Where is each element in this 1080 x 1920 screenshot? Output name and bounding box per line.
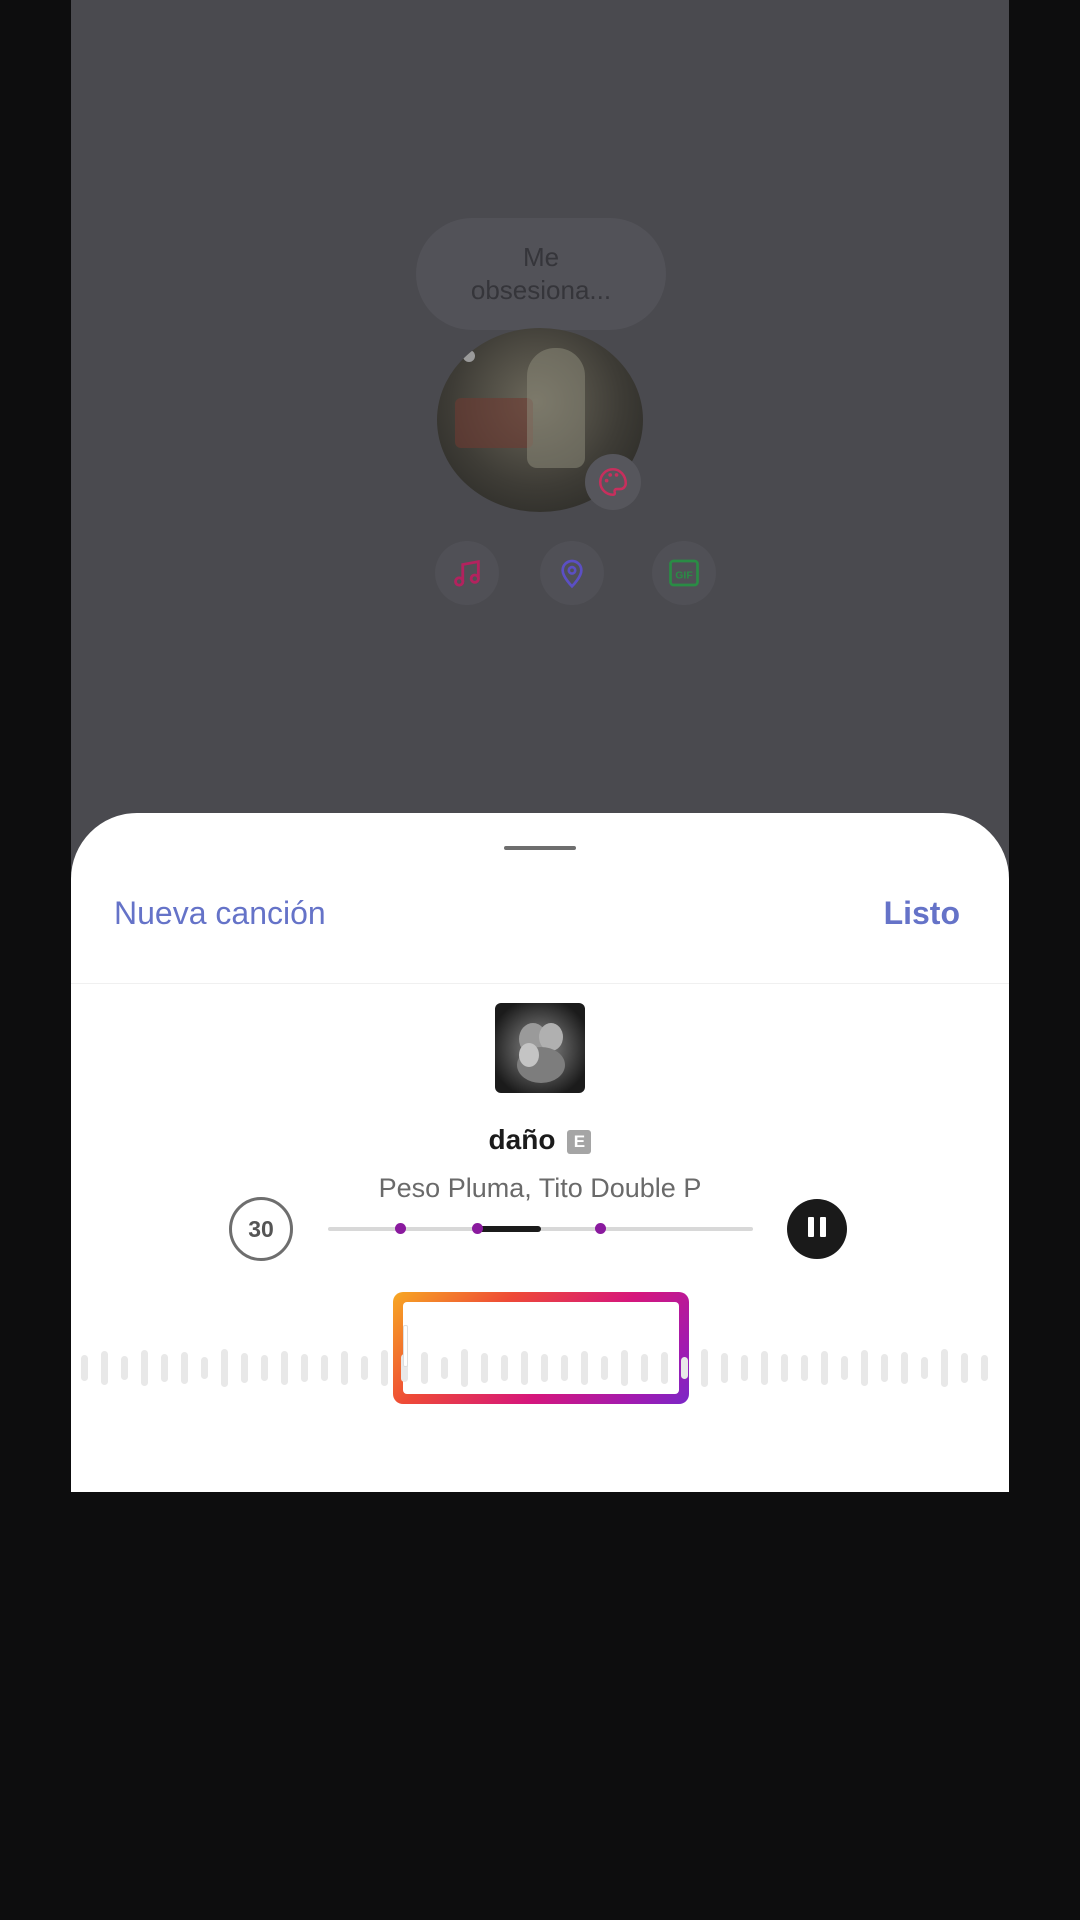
waveform-bar — [821, 1351, 828, 1385]
waveform-bar — [841, 1356, 848, 1380]
header-divider — [71, 983, 1009, 984]
avatar-photo-couch — [455, 398, 533, 448]
album-cover — [495, 1003, 585, 1093]
waveform-bar — [341, 1351, 348, 1385]
song-scrubber[interactable] — [328, 1223, 753, 1234]
pause-icon — [805, 1216, 829, 1242]
waveform-bar — [881, 1354, 888, 1382]
waveform-bar — [541, 1354, 548, 1382]
song-artists: Peso Pluma, Tito Double P — [378, 1173, 702, 1203]
music-note-icon — [454, 559, 480, 587]
svg-text:GIF: GIF — [675, 569, 693, 581]
waveform-bar — [901, 1352, 908, 1384]
album-art-sculpture — [517, 1023, 565, 1083]
waveform-bar — [361, 1356, 368, 1380]
waveform-bar — [421, 1352, 428, 1384]
pause-button[interactable] — [787, 1199, 847, 1259]
song-title-row: daño E — [71, 1124, 1009, 1156]
new-song-button[interactable]: Nueva canción — [114, 895, 326, 932]
waveform-bar — [261, 1355, 268, 1381]
waveform-bar — [861, 1350, 868, 1386]
waveform-bar — [441, 1357, 448, 1379]
waveform-bar — [461, 1349, 468, 1387]
waveform-bar — [981, 1355, 988, 1381]
explicit-badge: E — [567, 1130, 592, 1154]
scrubber-marker[interactable] — [472, 1223, 483, 1234]
waveform-bar — [141, 1350, 148, 1386]
clip-duration-button[interactable]: 30 — [229, 1197, 293, 1261]
waveform-bar — [221, 1349, 228, 1387]
waveform-bar — [961, 1353, 968, 1383]
waveform-bar — [201, 1357, 208, 1379]
waveform-bar — [481, 1353, 488, 1383]
playhead-cursor — [403, 1325, 408, 1367]
waveform-bar — [521, 1351, 528, 1385]
waveform-bar — [81, 1355, 88, 1381]
waveform-bar — [281, 1351, 288, 1385]
avatar-photo-figure — [527, 348, 585, 468]
waveform-bar — [381, 1350, 388, 1386]
waveform-bar — [621, 1350, 628, 1386]
waveform-bar — [121, 1356, 128, 1380]
waveform-bar — [681, 1357, 688, 1379]
waveform-bar — [941, 1349, 948, 1387]
waveform-bar — [741, 1355, 748, 1381]
waveform-bar — [321, 1355, 328, 1381]
music-sticker-button[interactable] — [435, 541, 499, 605]
waveform-bar — [721, 1353, 728, 1383]
waveform-bar — [601, 1356, 608, 1380]
waveform-bar — [561, 1355, 568, 1381]
waveform-bar — [641, 1354, 648, 1382]
status-dot — [463, 350, 475, 362]
song-title: daño — [488, 1124, 556, 1155]
done-button[interactable]: Listo — [884, 895, 960, 932]
palette-button[interactable] — [585, 454, 641, 510]
waveform-bar — [581, 1351, 588, 1385]
location-sticker-button[interactable] — [540, 541, 604, 605]
scrubber-played-segment — [477, 1226, 541, 1232]
waveform-bar — [921, 1357, 928, 1379]
waveform-bar — [781, 1354, 788, 1382]
waveform-bar — [181, 1352, 188, 1384]
scrubber-marker[interactable] — [595, 1223, 606, 1234]
waveform-bar — [701, 1349, 708, 1387]
waveform-bar — [801, 1355, 808, 1381]
gif-icon: GIF — [669, 559, 699, 587]
waveform-bar — [661, 1352, 668, 1384]
scrubber-marker[interactable] — [395, 1223, 406, 1234]
palette-icon — [598, 467, 628, 497]
waveform-bar — [301, 1354, 308, 1382]
gif-sticker-button[interactable]: GIF — [652, 541, 716, 605]
waveform-bar — [101, 1351, 108, 1385]
sheet-grabber[interactable] — [504, 846, 576, 850]
audio-waveform[interactable] — [71, 1323, 1009, 1413]
waveform-bar — [501, 1355, 508, 1381]
music-bottom-sheet: Nueva canción Listo daño E Peso Pluma, Ti… — [71, 813, 1009, 1492]
waveform-bar — [161, 1354, 168, 1382]
waveform-bar — [761, 1351, 768, 1385]
waveform-bar — [241, 1353, 248, 1383]
note-bubble[interactable]: Me obsesiona... — [416, 218, 666, 330]
location-pin-icon — [561, 559, 583, 589]
